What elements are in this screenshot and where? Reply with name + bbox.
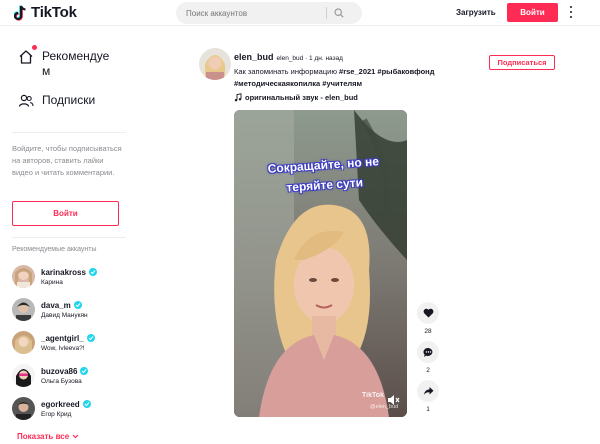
account-display-name: Ольга Бузова — [41, 377, 82, 385]
post-hashtags-line1[interactable]: #rse_2021 #рыбаковфонд — [339, 67, 434, 76]
verified-icon — [80, 367, 89, 375]
chevron-down-icon — [72, 434, 79, 439]
comment-icon — [422, 347, 432, 357]
sidebar-item-recommended[interactable]: Рекомендуе м — [18, 45, 120, 79]
verified-icon — [86, 334, 95, 342]
account-username: egorkreed — [41, 399, 80, 409]
sidebar-item-following[interactable]: Подписки — [18, 93, 95, 109]
avatar — [12, 298, 35, 321]
avatar — [12, 331, 35, 354]
video-player[interactable]: Сокращайте, но не теряйте сути TikTok @e… — [234, 110, 407, 417]
avatar — [12, 397, 35, 420]
post-username[interactable]: elen_bud — [234, 52, 274, 62]
account-display-name: Давид Манукян — [41, 311, 88, 319]
people-icon — [18, 94, 34, 107]
more-menu-icon[interactable] — [568, 5, 574, 19]
post-meta: elen_bud · 1 дн. назад — [276, 55, 343, 62]
tiktok-logo[interactable]: TikTok — [14, 4, 77, 21]
comment-action[interactable]: 2 — [417, 341, 439, 374]
upload-link[interactable]: Загрузить — [456, 8, 496, 17]
heart-icon — [423, 308, 433, 318]
post-description: Как запоминать информацию #rse_2021 #рыб… — [234, 66, 484, 90]
sidebar-divider — [12, 132, 126, 133]
show-all-label: Показать все — [17, 432, 70, 441]
post-header: elen_bud elen_bud · 1 дн. назад — [234, 52, 343, 62]
account-item-karinakross[interactable]: karinakross Карина — [12, 265, 97, 288]
music-note-icon — [234, 93, 242, 102]
search-bar — [176, 2, 362, 24]
show-all-link[interactable]: Показать все — [17, 432, 79, 441]
post-sound-link[interactable]: оригинальный звук - elen_bud — [234, 93, 358, 102]
account-display-name: Карина — [41, 278, 63, 286]
tiktok-logo-icon — [14, 4, 26, 21]
login-hint: Войдите, чтобы подписываться на авторов,… — [12, 144, 122, 177]
account-username: buzova86 — [41, 366, 78, 376]
like-button[interactable] — [417, 302, 439, 324]
header-login-button[interactable]: Войти — [507, 3, 558, 22]
account-item-agentgirl[interactable]: _agentgirl_ Wow, Ivleeva?! — [12, 331, 95, 354]
share-action[interactable]: 1 — [417, 380, 439, 413]
search-icon — [334, 8, 344, 18]
account-item-buzova86[interactable]: buzova86 Ольга Бузова — [12, 364, 89, 387]
recommended-accounts-title: Рекомендуемые аккаунты — [12, 246, 97, 253]
like-count: 28 — [424, 328, 432, 335]
account-username: karinakross — [41, 267, 86, 277]
sidebar-item-label: Подписки — [42, 93, 96, 107]
verified-icon — [88, 268, 97, 276]
account-username: _agentgirl_ — [41, 333, 84, 343]
logo-text: TikTok — [31, 4, 77, 21]
top-header: TikTok Загрузить Войти — [0, 0, 600, 26]
notification-dot — [32, 45, 37, 50]
share-button[interactable] — [417, 380, 439, 402]
comment-button[interactable] — [417, 341, 439, 363]
comment-count: 2 — [426, 367, 430, 374]
sidebar-divider — [12, 237, 126, 238]
account-item-dava-m[interactable]: dava_m Давид Манукян — [12, 298, 88, 321]
search-input[interactable] — [176, 8, 326, 18]
sidebar: Рекомендуе м Подписки Войдите, чтобы под… — [0, 27, 134, 444]
follow-button[interactable]: Подписаться — [489, 55, 555, 70]
avatar — [12, 364, 35, 387]
account-display-name: Егор Крид — [41, 410, 72, 418]
account-item-egorkreed[interactable]: egorkreed Егор Крид — [12, 397, 91, 420]
volume-mute-icon[interactable] — [386, 393, 400, 407]
like-action[interactable]: 28 — [417, 302, 439, 335]
sidebar-item-label: Рекомендуе м — [42, 49, 110, 78]
post-hashtags-line2[interactable]: #методическаякопилка #учителям — [234, 79, 362, 88]
verified-icon — [73, 301, 82, 309]
post-author-avatar[interactable] — [199, 48, 231, 80]
post-desc-text: Как запоминать информацию — [234, 67, 340, 76]
share-count: 1 — [426, 406, 430, 413]
avatar — [12, 265, 35, 288]
verified-icon — [82, 400, 91, 408]
account-username: dava_m — [41, 300, 71, 310]
home-icon — [18, 45, 37, 65]
search-button[interactable] — [327, 2, 351, 24]
sound-label: оригинальный звук - elen_bud — [245, 93, 358, 102]
sidebar-login-button[interactable]: Войти — [12, 201, 119, 226]
account-display-name: Wow, Ivleeva?! — [41, 344, 85, 352]
share-icon — [423, 387, 433, 395]
video-watermark: TikTok — [362, 392, 384, 399]
